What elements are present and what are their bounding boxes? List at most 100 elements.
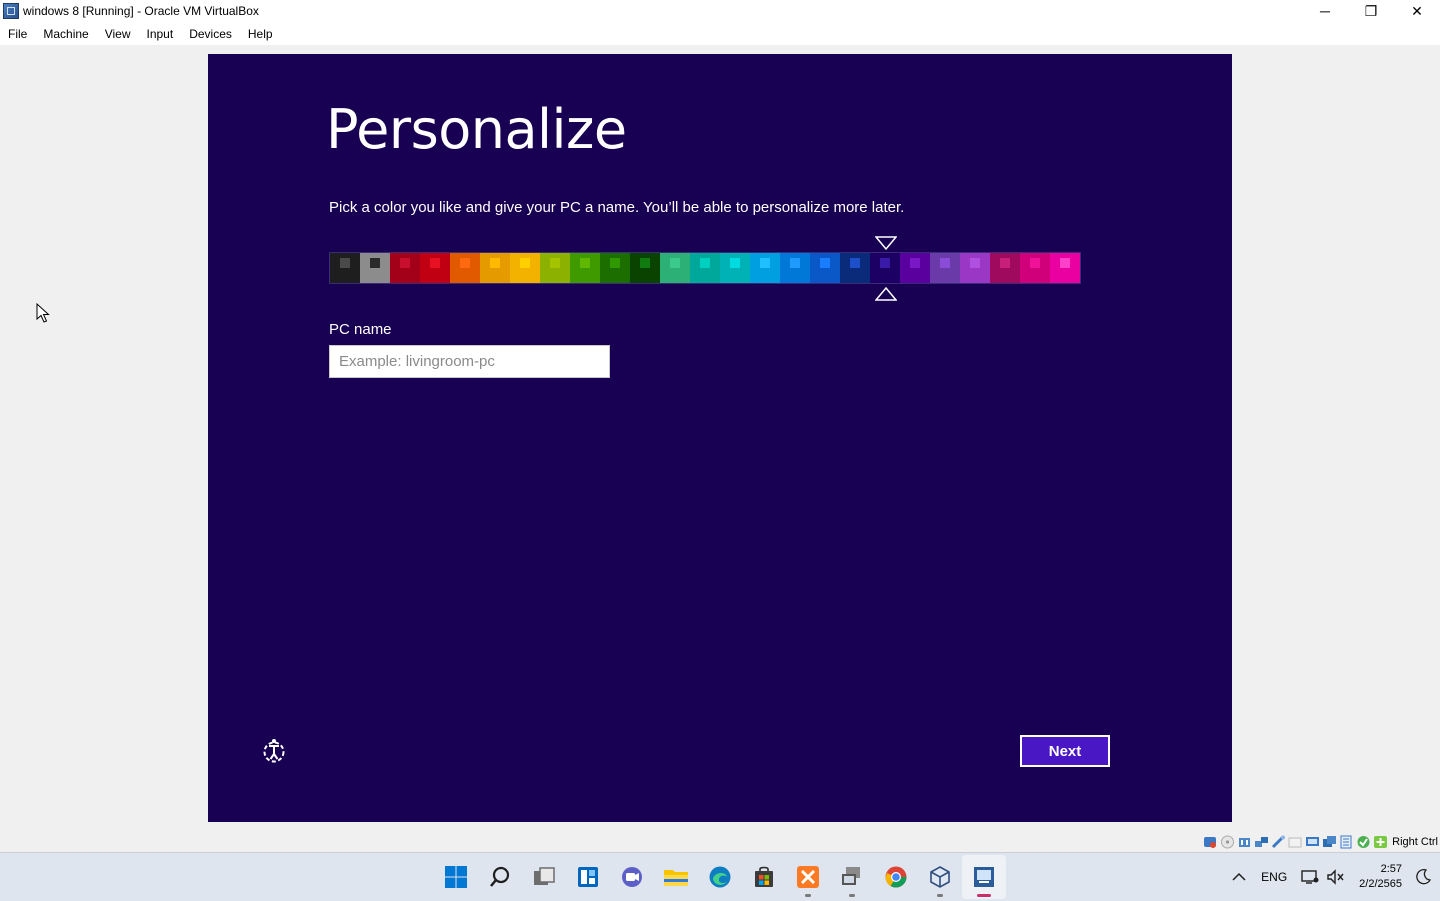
chat-button[interactable] [610, 855, 654, 899]
color-swatch[interactable] [540, 253, 570, 283]
search-button[interactable] [478, 855, 522, 899]
color-swatch[interactable] [390, 253, 420, 283]
color-swatch[interactable] [600, 253, 630, 283]
color-swatch-accent [430, 258, 440, 268]
mouse-cursor-icon [36, 303, 50, 323]
page-title: Personalize [326, 98, 627, 161]
color-swatch[interactable] [510, 253, 540, 283]
menu-view[interactable]: View [97, 27, 139, 41]
shared-folders-icon[interactable] [1288, 835, 1303, 849]
color-selector-pointer-up-icon [875, 286, 897, 301]
usb-icon[interactable] [1271, 835, 1286, 849]
search-icon [490, 866, 510, 887]
xampp-button[interactable] [786, 855, 830, 899]
chat-icon [622, 867, 642, 887]
color-swatch[interactable] [1020, 253, 1050, 283]
chrome-icon [885, 866, 907, 888]
virtualbox-button[interactable] [918, 855, 962, 899]
pc-name-input[interactable] [329, 345, 610, 378]
color-swatch[interactable] [780, 253, 810, 283]
clock[interactable]: 2:57 2/2/2565 [1359, 862, 1402, 892]
notifications-button[interactable] [1410, 857, 1436, 897]
network-icon[interactable] [1254, 835, 1269, 849]
running-indicator [805, 894, 811, 897]
clock-date: 2/2/2565 [1359, 878, 1402, 890]
remote-desktop-button[interactable] [830, 855, 874, 899]
menu-devices[interactable]: Devices [181, 27, 240, 41]
color-swatch-accent [490, 258, 500, 268]
audio-icon[interactable] [1237, 835, 1252, 849]
cpu-icon[interactable] [1356, 835, 1371, 849]
xampp-icon [797, 866, 819, 888]
restore-button[interactable]: ❐ [1348, 0, 1394, 22]
chrome-button[interactable] [874, 855, 918, 899]
mouse-integration-icon[interactable] [1373, 835, 1388, 849]
color-swatch-accent [640, 258, 650, 268]
color-swatch[interactable] [960, 253, 990, 283]
minimize-button[interactable]: ─ [1302, 0, 1348, 22]
running-indicator [937, 894, 943, 897]
volume-button[interactable] [1323, 857, 1347, 897]
guest-screen[interactable]: Personalize Pick a color you like and gi… [208, 54, 1232, 822]
virtualbox-icon [930, 866, 950, 888]
display-icon[interactable] [1305, 835, 1320, 849]
video-capture-icon[interactable] [1339, 835, 1354, 849]
color-swatch[interactable] [480, 253, 510, 283]
store-button[interactable] [742, 855, 786, 899]
color-swatch-accent [580, 258, 590, 268]
color-swatch[interactable] [750, 253, 780, 283]
menu-input[interactable]: Input [139, 27, 182, 41]
color-swatch[interactable] [630, 253, 660, 283]
language-indicator[interactable]: ENG [1261, 870, 1287, 884]
close-button[interactable]: ✕ [1394, 0, 1440, 22]
color-swatch[interactable] [1050, 253, 1080, 283]
optical-drive-icon[interactable] [1220, 835, 1235, 849]
color-swatch-accent [1000, 258, 1010, 268]
color-swatch[interactable] [720, 253, 750, 283]
color-swatch[interactable] [330, 253, 360, 283]
network-status-button[interactable] [1297, 857, 1323, 897]
edge-button[interactable] [698, 855, 742, 899]
widgets-button[interactable] [566, 855, 610, 899]
color-swatch[interactable] [570, 253, 600, 283]
file-explorer-button[interactable] [654, 855, 698, 899]
menu-help[interactable]: Help [240, 27, 281, 41]
color-swatch[interactable] [840, 253, 870, 283]
color-picker[interactable] [329, 252, 1081, 284]
ease-of-access-icon[interactable] [260, 737, 288, 765]
color-swatch[interactable] [990, 253, 1020, 283]
color-selector-pointer-down-icon [875, 236, 897, 251]
system-tray: ENG 2:57 2/2/2565 [1227, 853, 1440, 901]
color-swatch[interactable] [690, 253, 720, 283]
volume-muted-icon [1327, 869, 1344, 885]
menu-machine[interactable]: Machine [35, 27, 96, 41]
task-view-button[interactable] [522, 855, 566, 899]
show-hidden-icons-button[interactable] [1227, 857, 1251, 897]
moon-icon [1416, 869, 1431, 885]
screen-capture-icon[interactable] [1322, 835, 1337, 849]
window-title: windows 8 [Running] - Oracle VM VirtualB… [23, 4, 259, 18]
color-swatch-selected[interactable] [870, 253, 900, 283]
color-swatch[interactable] [360, 253, 390, 283]
start-button[interactable] [434, 855, 478, 899]
color-swatch-accent [910, 258, 920, 268]
color-swatch-accent [670, 258, 680, 268]
color-swatch[interactable] [900, 253, 930, 283]
color-swatch[interactable] [660, 253, 690, 283]
color-swatch[interactable] [930, 253, 960, 283]
menu-file[interactable]: File [0, 27, 35, 41]
color-swatch[interactable] [810, 253, 840, 283]
virtualbox-vm-button[interactable] [962, 855, 1006, 899]
host-key-label: Right Ctrl [1392, 836, 1438, 848]
color-swatch[interactable] [450, 253, 480, 283]
color-swatch-accent [400, 258, 410, 268]
color-swatch-accent [550, 258, 560, 268]
color-swatch-accent [520, 258, 530, 268]
color-swatch-accent [460, 258, 470, 268]
color-swatch[interactable] [420, 253, 450, 283]
virtualbox-app-icon [3, 3, 19, 19]
hard-disk-icon[interactable] [1203, 835, 1218, 849]
next-button[interactable]: Next [1020, 735, 1110, 767]
task-view-icon [534, 867, 555, 885]
clock-time: 2:57 [1380, 863, 1402, 875]
